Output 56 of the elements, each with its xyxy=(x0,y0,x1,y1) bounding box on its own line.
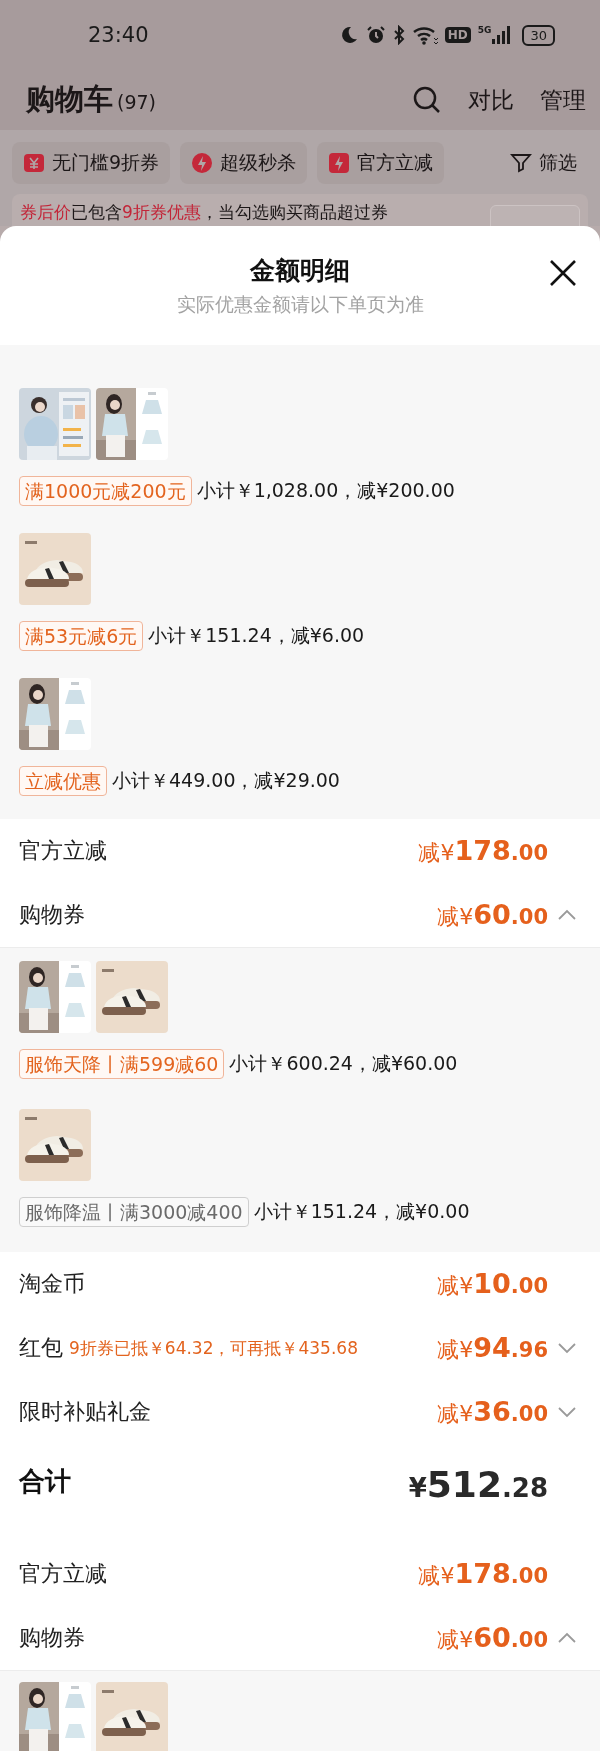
chevron-down-icon[interactable] xyxy=(556,1341,578,1355)
subtotal-text: 小计￥151.24，减¥6.00 xyxy=(148,623,365,648)
filter-chip[interactable]: 无门槛9折券 xyxy=(12,142,171,184)
coupon-icon xyxy=(23,152,45,174)
sheet-subtitle: 实际优惠金额请以下单页为准 xyxy=(176,292,424,317)
clock-time: 23:40 xyxy=(88,23,149,47)
discount-label: 购物券 xyxy=(19,1624,85,1652)
filter-chip[interactable]: 筛选 xyxy=(499,142,588,184)
discount-label: 官方立减 xyxy=(19,1560,107,1588)
promo-tag: 服饰天降丨满599减60 xyxy=(19,1049,225,1079)
hd-badge: HD xyxy=(444,27,471,43)
promo-tag: 满53元减6元 xyxy=(19,621,144,651)
subtotal-text: 小计￥1,028.00，减¥200.00 xyxy=(196,478,455,503)
lightning-icon xyxy=(328,152,351,174)
discount-amount: 减¥10.00 xyxy=(437,1267,548,1301)
filter-icon xyxy=(510,152,532,174)
discount-label: 限时补贴礼金 xyxy=(19,1398,151,1426)
battery-indicator: 30 xyxy=(522,24,555,46)
alarm-icon xyxy=(365,25,386,45)
chevron-up-icon[interactable] xyxy=(556,908,578,922)
discount-amount: 减¥94.96 xyxy=(437,1331,548,1365)
discount-amount: 减¥60.00 xyxy=(437,1621,548,1655)
discount-label: 官方立减 xyxy=(19,837,107,865)
network-label: 5G xyxy=(477,25,492,35)
discount-label: 购物券 xyxy=(19,901,85,929)
discount-note: 9折券已抵￥64.32，可再抵￥435.68 xyxy=(69,1336,358,1360)
filter-chip[interactable]: 超级秒杀 xyxy=(180,142,308,184)
promo-tag: 立减优惠 xyxy=(19,766,107,796)
promo-tag: 服饰降温丨满3000减400 xyxy=(19,1197,249,1227)
close-icon[interactable] xyxy=(548,258,578,288)
discount-label: 红包 xyxy=(19,1334,63,1362)
promo-tag: 满1000元减200元 xyxy=(19,476,192,506)
wifi-icon xyxy=(411,25,438,45)
lightning-icon xyxy=(191,152,214,174)
discount-label: 淘金币 xyxy=(19,1270,85,1298)
total-label: 合计 xyxy=(19,1465,71,1498)
discount-amount: 减¥178.00 xyxy=(418,1557,548,1591)
signal-icon xyxy=(492,25,513,45)
page-title: 购物车 xyxy=(26,81,113,118)
subtotal-text: 小计￥600.24，减¥60.00 xyxy=(229,1051,458,1076)
filter-chip[interactable]: 官方立减 xyxy=(317,142,445,184)
notice-text: 券后价已包含9折券优惠，当勾选购买商品超过券 xyxy=(20,201,388,224)
discount-amount: 减¥60.00 xyxy=(437,898,548,932)
chevron-down-icon[interactable] xyxy=(556,1405,578,1419)
total-amount: ¥512.28 xyxy=(408,1464,548,1505)
header-action[interactable]: 对比 xyxy=(468,84,514,116)
header-action[interactable]: 管理 xyxy=(540,84,586,116)
discount-amount: 减¥178.00 xyxy=(418,834,548,868)
sheet-title: 金额明细 xyxy=(250,255,350,287)
subtotal-text: 小计￥449.00，减¥29.00 xyxy=(112,768,340,793)
subtotal-text: 小计￥151.24，减¥0.00 xyxy=(253,1199,470,1224)
item-count: (97) xyxy=(117,91,156,113)
search-icon[interactable] xyxy=(412,85,442,115)
chevron-up-icon[interactable] xyxy=(556,1631,578,1645)
bluetooth-icon xyxy=(392,25,405,45)
discount-amount: 减¥36.00 xyxy=(437,1395,548,1429)
